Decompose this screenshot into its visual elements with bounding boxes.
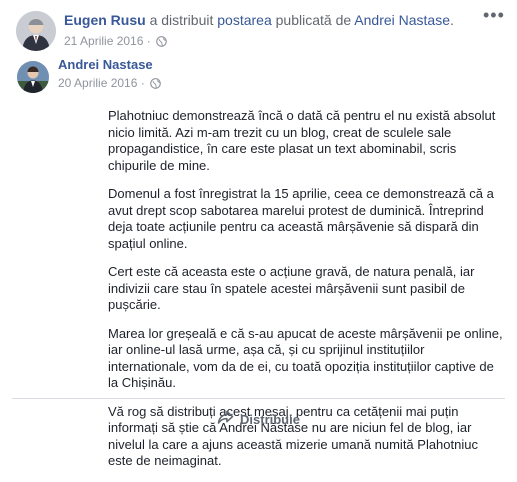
sharer-avatar[interactable] xyxy=(16,11,56,51)
more-options-icon[interactable]: ••• xyxy=(483,6,504,26)
share-label: Distribuie xyxy=(240,411,300,427)
shared-post-card: Eugen Rusu a distribuit postarea publica… xyxy=(0,0,517,468)
post-paragraph: Marea lor greșeală e că s-au apucat de a… xyxy=(108,325,503,391)
date-separator: · xyxy=(140,76,145,90)
original-author-link[interactable]: Andrei Nastase xyxy=(354,12,450,28)
original-author-avatar[interactable] xyxy=(17,61,49,93)
original-date[interactable]: 20 Aprilie 2016 xyxy=(58,76,137,90)
share-action-text: a distribuit xyxy=(149,12,214,28)
footer-divider xyxy=(12,398,505,399)
original-date-line: 20 Aprilie 2016 · xyxy=(58,75,161,93)
sharer-name[interactable]: Eugen Rusu xyxy=(64,12,146,28)
post-paragraph: Domenul a fost înregistrat la 15 aprilie… xyxy=(108,186,494,251)
original-author-name[interactable]: Andrei Nastase xyxy=(58,57,153,73)
share-button[interactable]: Distribuie xyxy=(0,404,517,434)
globe-icon xyxy=(150,77,161,93)
share-arrow-icon xyxy=(217,410,240,428)
date-separator: · xyxy=(146,34,151,48)
post-paragraph: Plahotniuc demonstrează încă o dată că p… xyxy=(108,108,496,173)
post-paragraph: Cert este că aceasta este o acțiune grav… xyxy=(108,264,475,312)
share-date[interactable]: 21 Aprilie 2016 xyxy=(64,34,143,48)
share-date-line: 21 Aprilie 2016 · xyxy=(64,33,167,51)
post-link[interactable]: postarea xyxy=(217,12,271,28)
share-header: Eugen Rusu a distribuit postarea publica… xyxy=(64,11,454,29)
header-period: . xyxy=(450,12,454,28)
published-by-text: publicată de xyxy=(275,12,352,28)
globe-icon xyxy=(156,35,167,51)
